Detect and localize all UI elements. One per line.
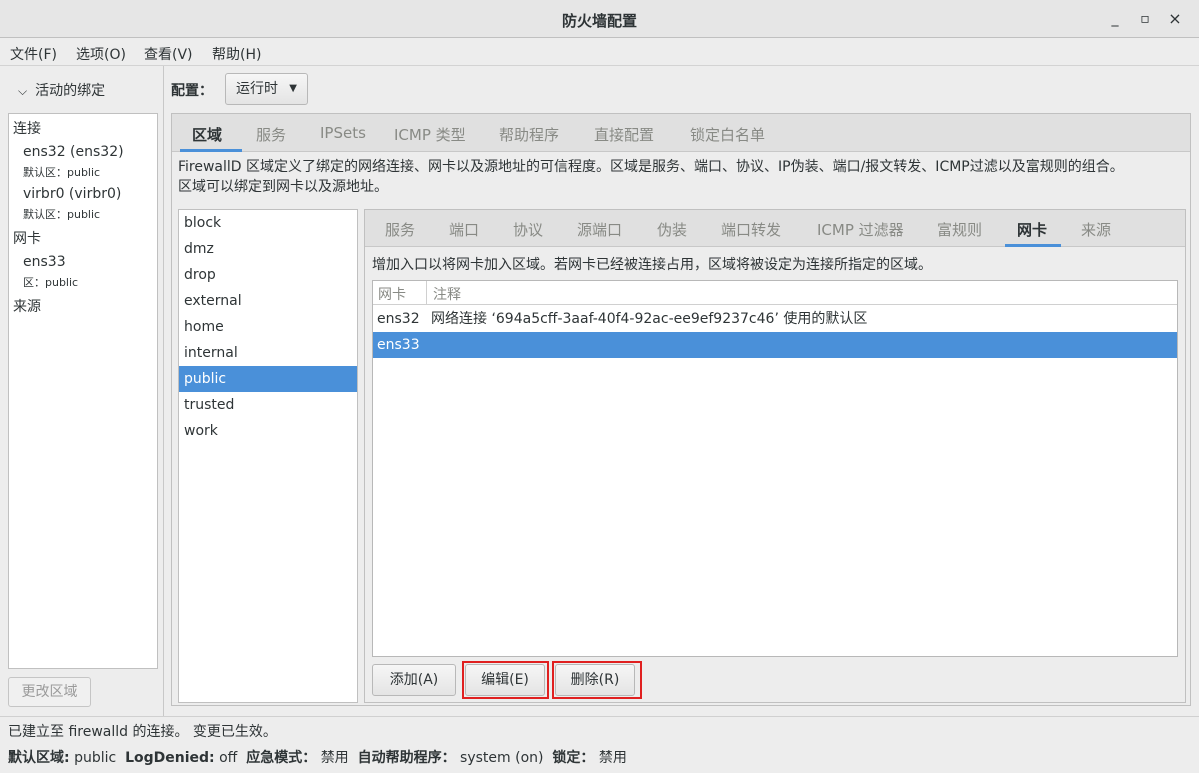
subtab-sources[interactable]: 来源 [1081,219,1111,240]
subtab-interfaces[interactable]: 网卡 [1017,219,1047,240]
menu-bar: 文件(F) 选项(O) 查看(V) 帮助(H) [0,38,1199,66]
zone-item-trusted[interactable]: trusted [179,392,357,418]
subtab-source-ports[interactable]: 源端口 [577,219,622,240]
tab-services[interactable]: 服务 [256,124,286,145]
minimize-icon[interactable]: _ [1106,10,1124,28]
menu-help[interactable]: 帮助(H) [212,44,261,64]
interfaces-table: 网卡 注释 ens32 网络连接 ‘694a5cff-3aaf-40f4-92a… [372,280,1178,657]
subtab-masquerade[interactable]: 伪装 [657,219,687,240]
row-interface: ens33 [377,337,420,353]
interfaces-section-label: 网卡 [13,231,41,247]
zone-tab-bar: 服务 端口 协议 源端口 伪装 端口转发 ICMP 过滤器 富规则 网卡 来源 [365,210,1185,247]
column-separator [426,281,427,305]
lockdown-label: 锁定： [552,750,595,766]
table-row[interactable]: ens32 网络连接 ‘694a5cff-3aaf-40f4-92ac-ee9e… [373,306,1177,332]
zone-item-internal[interactable]: internal [179,340,357,366]
log-denied-label: LogDenied: [125,750,215,766]
column-header-comment[interactable]: 注释 [433,284,461,304]
remove-button-highlight [552,661,642,699]
column-header-interface[interactable]: 网卡 [378,284,406,304]
table-header: 网卡 注释 [373,281,1177,305]
interfaces-hint: 增加入口以将网卡加入区域。若网卡已经被连接占用，区域将被设定为连接所指定的区域。 [372,257,932,273]
config-dropdown[interactable]: 运行时 ▼ [225,73,308,105]
active-bindings-label: 活动的绑定 [35,83,106,99]
window-title: 防火墙配置 [561,12,637,30]
row-comment: 网络连接 ‘694a5cff-3aaf-40f4-92ac-ee9ef9237c… [431,311,868,327]
zone-item-drop[interactable]: drop [179,262,357,288]
close-icon[interactable]: × [1166,10,1184,28]
subtab-rich-rules[interactable]: 富规则 [937,219,982,240]
binding-interface-name[interactable]: ens33 [23,254,66,270]
subtab-ports[interactable]: 端口 [449,219,479,240]
zone-description: FirewallD 区域定义了绑定的网络连接、网卡以及源地址的可信程度。区域是服… [178,157,1186,197]
panic-mode-value: 禁用 [320,750,349,766]
status-summary: 默认区域: public LogDenied: off 应急模式： 禁用 自动帮… [8,747,627,767]
binding-connection-zone: 默认区：public [23,208,101,221]
zone-item-external[interactable]: external [179,288,357,314]
main-notebook: 区域 服务 IPSets ICMP 类型 帮助程序 直接配置 锁定白名单 Fir… [171,113,1191,706]
zone-list: block dmz drop external home internal pu… [178,209,358,703]
auto-helper-label: 自动帮助程序： [357,750,456,766]
tab-zones[interactable]: 区域 [192,124,222,145]
add-interface-button[interactable]: 添加(A) [372,664,456,696]
active-tab-indicator [180,149,242,152]
zone-item-home[interactable]: home [179,314,357,340]
tab-ipsets[interactable]: IPSets [320,124,366,142]
subtab-icmp-filter[interactable]: ICMP 过滤器 [817,219,904,240]
active-subtab-indicator [1005,244,1061,247]
binding-connection-name[interactable]: virbr0 (virbr0) [23,186,121,202]
active-bindings-pane: ⌵ 活动的绑定 连接 ens32 (ens32) 默认区：public virbr… [0,66,164,716]
bindings-list: 连接 ens32 (ens32) 默认区：public virbr0 (virb… [8,113,158,669]
table-row[interactable]: ens33 [373,332,1177,358]
change-zone-button[interactable]: 更改区域 [8,677,91,707]
zone-item-work[interactable]: work [179,418,357,444]
status-separator [0,716,1199,717]
caret-down-icon: ▼ [289,83,297,94]
zone-description-line: FirewallD 区域定义了绑定的网络连接、网卡以及源地址的可信程度。区域是服… [178,159,1124,175]
config-label: 配置： [171,83,213,99]
log-denied-value: off [219,750,238,766]
edit-button-highlight [462,661,549,699]
chevron-down-icon: ⌵ [18,84,28,98]
zone-item-public[interactable]: public [179,366,357,392]
default-zone-value: public [74,750,117,766]
zone-item-block[interactable]: block [179,210,357,236]
zone-settings-notebook: 服务 端口 协议 源端口 伪装 端口转发 ICMP 过滤器 富规则 网卡 来源 … [364,209,1186,703]
zone-item-dmz[interactable]: dmz [179,236,357,262]
zone-description-line: 区域可以绑定到网卡以及源地址。 [178,179,388,195]
subtab-port-forwarding[interactable]: 端口转发 [721,219,781,240]
sources-section-label: 来源 [13,299,41,315]
menu-view[interactable]: 查看(V) [144,44,193,64]
tab-lockdown-whitelist[interactable]: 锁定白名单 [690,124,765,145]
panic-mode-label: 应急模式： [246,750,317,766]
main-tab-bar: 区域 服务 IPSets ICMP 类型 帮助程序 直接配置 锁定白名单 [172,114,1190,152]
connections-section-label: 连接 [13,121,41,137]
maximize-icon[interactable]: ▫ [1136,10,1154,28]
default-zone-label: 默认区域: [8,750,70,766]
title-bar: 防火墙配置 _ ▫ × [0,0,1199,38]
auto-helper-value: system (on) [460,750,544,766]
subtab-protocols[interactable]: 协议 [513,219,543,240]
lockdown-value: 禁用 [598,750,627,766]
binding-connection-name[interactable]: ens32 (ens32) [23,144,124,160]
menu-options[interactable]: 选项(O) [76,44,126,64]
connection-status: 已建立至 firewalld 的连接。 变更已生效。 [8,724,277,740]
menu-file[interactable]: 文件(F) [10,44,57,64]
tab-direct-config[interactable]: 直接配置 [594,124,654,145]
binding-connection-zone: 默认区：public [23,166,101,179]
config-dropdown-value: 运行时 [236,81,278,97]
row-interface: ens32 [377,311,420,327]
tab-helpers[interactable]: 帮助程序 [499,124,559,145]
tab-icmp-types[interactable]: ICMP 类型 [394,124,466,145]
binding-interface-zone: 区：public [23,276,79,289]
active-bindings-header[interactable]: ⌵ 活动的绑定 [18,80,105,100]
subtab-services[interactable]: 服务 [385,219,415,240]
